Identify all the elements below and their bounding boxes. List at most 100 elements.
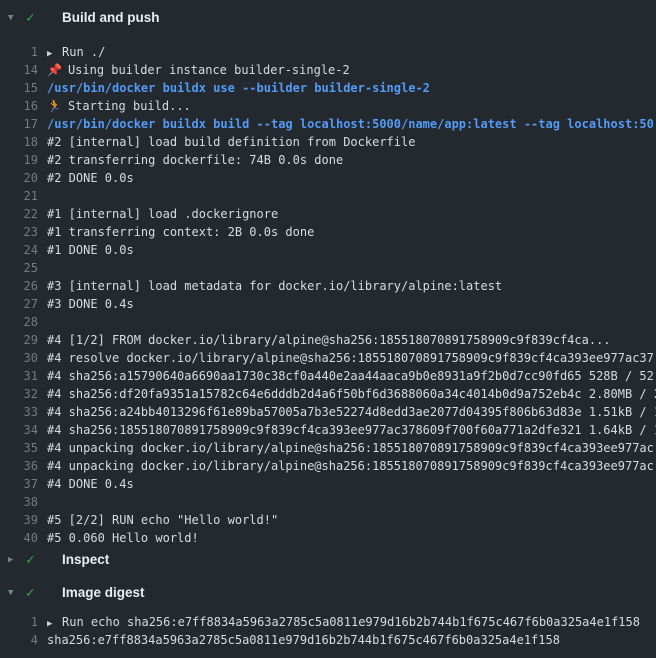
log-line: 19 #2 transferring dockerfile: 74B 0.0s d… xyxy=(0,151,656,169)
chevron-down-icon[interactable]: ▼ xyxy=(8,582,24,604)
line-number[interactable]: 39 xyxy=(0,511,38,529)
log-text-content: #4 unpacking docker.io/library/alpine@sh… xyxy=(47,441,654,455)
success-check-icon: ✓ xyxy=(26,549,42,571)
line-number[interactable]: 16 xyxy=(0,97,38,115)
line-number[interactable]: 17 xyxy=(0,115,38,133)
log-text-content: #3 DONE 0.4s xyxy=(47,297,134,311)
log-text: #2 [internal] load build definition from… xyxy=(47,133,415,151)
chevron-right-icon[interactable]: ▶ xyxy=(8,549,24,571)
log-text-content: #1 [internal] load .dockerignore xyxy=(47,207,278,221)
log-line: 26 #3 [internal] load metadata for docker… xyxy=(0,277,656,295)
log-text-content: #2 [internal] load build definition from… xyxy=(47,135,415,149)
log-text-content: #1 DONE 0.0s xyxy=(47,243,134,257)
section-title: Build and push xyxy=(62,7,160,29)
log-text: #4 sha256:df20fa9351a15782c64e6dddb2d4a6… xyxy=(47,385,656,403)
log-line: 4 sha256:e7ff8834a5963a2785c5a0811e979d16… xyxy=(0,631,656,649)
section-header-inspect[interactable]: ▶✓ Inspect xyxy=(0,549,656,571)
log-line: 40 #5 0.060 Hello world! xyxy=(0,529,656,547)
line-number[interactable]: 20 xyxy=(0,169,38,187)
line-number[interactable]: 29 xyxy=(0,331,38,349)
log-text-content: Starting build... xyxy=(68,99,191,113)
log-text: #5 0.060 Hello world! xyxy=(47,529,199,547)
success-check-icon: ✓ xyxy=(26,582,42,604)
runner-emoji: 🏃 xyxy=(47,97,62,115)
line-number[interactable]: 31 xyxy=(0,367,38,385)
log-line: 20 #2 DONE 0.0s xyxy=(0,169,656,187)
line-number[interactable]: 35 xyxy=(0,439,38,457)
log-text-content: #4 sha256:a24bb4013296f61e89ba57005a7b3e… xyxy=(47,405,656,419)
line-number[interactable]: 23 xyxy=(0,223,38,241)
log-line: 33 #4 sha256:a24bb4013296f61e89ba57005a7b… xyxy=(0,403,656,421)
log-line: 29 #4 [1/2] FROM docker.io/library/alpine… xyxy=(0,331,656,349)
log-line: 34 #4 sha256:185518070891758909c9f839cf4c… xyxy=(0,421,656,439)
expand-toggle-icon[interactable]: ▶ xyxy=(47,615,62,631)
line-number[interactable]: 18 xyxy=(0,133,38,151)
log-text: #4 [1/2] FROM docker.io/library/alpine@s… xyxy=(47,331,611,349)
log-line: 30 #4 resolve docker.io/library/alpine@sh… xyxy=(0,349,656,367)
log-text-content: #5 0.060 Hello world! xyxy=(47,531,199,545)
log-line: 28 xyxy=(0,313,656,331)
line-number[interactable]: 26 xyxy=(0,277,38,295)
log-text: #1 [internal] load .dockerignore xyxy=(47,205,278,223)
log-text: #2 DONE 0.0s xyxy=(47,169,134,187)
line-number[interactable]: 40 xyxy=(0,529,38,547)
success-check-icon: ✓ xyxy=(26,7,42,29)
log-line: 23#1 transferring context: 2B 0.0s done xyxy=(0,223,656,241)
log-text: ▶Run echo sha256:e7ff8834a5963a2785c5a08… xyxy=(47,613,640,631)
log-text: /usr/bin/docker buildx use --builder bui… xyxy=(47,79,430,97)
log-text-content: sha256:e7ff8834a5963a2785c5a0811e979d16b… xyxy=(47,633,560,647)
section-header-image-digest[interactable]: ▼✓Image digest xyxy=(0,582,656,604)
log-line: 35 #4 unpacking docker.io/library/alpine@… xyxy=(0,439,656,457)
line-number[interactable]: 25 xyxy=(0,259,38,277)
log-section-image-digest: ▼✓Image digest 1 ▶Run echo sha256:e7ff8834… xyxy=(0,582,656,649)
log-lines: 1▶Run ./14📌Using builder instance builde… xyxy=(0,43,656,547)
section-header-build-and-push[interactable]: ▼✓ Build and push xyxy=(0,7,656,29)
line-number[interactable]: 32 xyxy=(0,385,38,403)
log-line: 38 xyxy=(0,493,656,511)
section-title: Inspect xyxy=(62,549,109,571)
line-number[interactable]: 22 xyxy=(0,205,38,223)
workflow-log-viewer: ▼✓Build and push1▶Run ./14📌Using builder… xyxy=(0,0,656,658)
chevron-down-icon[interactable]: ▼ xyxy=(8,7,24,29)
log-text: #4 sha256:a24bb4013296f61e89ba57005a7b3e… xyxy=(47,403,656,421)
line-number[interactable]: 19 xyxy=(0,151,38,169)
line-number[interactable]: 4 xyxy=(0,631,38,649)
log-text: #4 DONE 0.4s xyxy=(47,475,134,493)
line-number[interactable]: 15 xyxy=(0,79,38,97)
log-text: #4 sha256:185518070891758909c9f839cf4ca3… xyxy=(47,421,656,439)
log-text: 🏃 Starting build... xyxy=(47,97,191,115)
line-number[interactable]: 34 xyxy=(0,421,38,439)
line-number[interactable]: 30 xyxy=(0,349,38,367)
log-text-content: /usr/bin/docker buildx use --builder bui… xyxy=(47,81,430,95)
log-text-content: #2 DONE 0.0s xyxy=(47,171,134,185)
log-lines: 1 ▶Run echo sha256:e7ff8834a5963a2785c5a0… xyxy=(0,613,656,649)
log-text: #2 transferring dockerfile: 74B 0.0s don… xyxy=(47,151,343,169)
log-line: 24 #1 DONE 0.0s xyxy=(0,241,656,259)
log-text: sha256:e7ff8834a5963a2785c5a0811e979d16b… xyxy=(47,631,560,649)
line-number[interactable]: 21 xyxy=(0,187,38,205)
line-number[interactable]: 1 xyxy=(0,613,38,631)
log-text: #1 DONE 0.0s xyxy=(47,241,134,259)
log-line: 22 #1 [internal] load .dockerignore xyxy=(0,205,656,223)
log-line: 39 #5 [2/2] RUN echo "Hello world!" xyxy=(0,511,656,529)
log-text-content: #5 [2/2] RUN echo "Hello world!" xyxy=(47,513,278,527)
line-number[interactable]: 24 xyxy=(0,241,38,259)
log-text: #4 resolve docker.io/library/alpine@sha2… xyxy=(47,349,654,367)
line-number[interactable]: 36 xyxy=(0,457,38,475)
line-number[interactable]: 27 xyxy=(0,295,38,313)
line-number[interactable]: 28 xyxy=(0,313,38,331)
line-number[interactable]: 38 xyxy=(0,493,38,511)
log-text-content: #4 DONE 0.4s xyxy=(47,477,134,491)
expand-toggle-icon[interactable]: ▶ xyxy=(47,45,62,61)
log-line: 16 🏃 Starting build... xyxy=(0,97,656,115)
log-text-content: #3 [internal] load metadata for docker.i… xyxy=(47,279,502,293)
line-number[interactable]: 37 xyxy=(0,475,38,493)
log-section-build-and-push: ▼✓Build and push1▶Run ./14📌Using builder… xyxy=(0,7,656,547)
line-number[interactable]: 14 xyxy=(0,61,38,79)
line-number[interactable]: 33 xyxy=(0,403,38,421)
log-text-content: #4 sha256:a15790640a6690aa1730c38cf0a440… xyxy=(47,369,654,383)
log-text-content: #2 transferring dockerfile: 74B 0.0s don… xyxy=(47,153,343,167)
log-text: #4 sha256:a15790640a6690aa1730c38cf0a440… xyxy=(47,367,654,385)
line-number[interactable]: 1 xyxy=(0,43,38,61)
log-text-content: /usr/bin/docker buildx build --tag local… xyxy=(47,117,654,131)
